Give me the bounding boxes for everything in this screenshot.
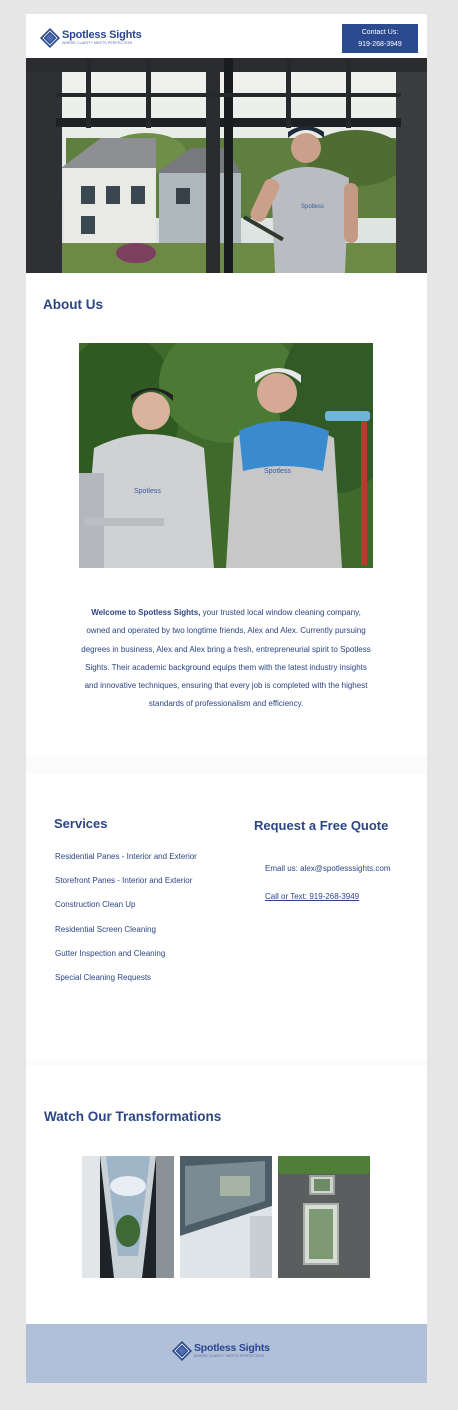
logo[interactable]: Spotless Sights WHERE CLARITY MEETS PERF… <box>40 28 142 48</box>
service-item: Residential Panes - Interior and Exterio… <box>55 852 197 861</box>
quote-heading: Request a Free Quote <box>254 818 389 833</box>
section-divider <box>26 756 427 774</box>
diamond-logo-icon <box>40 28 60 48</box>
contact-phone: 919-268-3949 <box>358 41 402 48</box>
services-heading: Services <box>54 816 108 831</box>
diamond-logo-icon <box>172 1341 192 1361</box>
about-intro: Welcome to Spotless Sights, <box>91 608 201 617</box>
quote-email-link[interactable]: Email us: alex@spotlesssights.com <box>265 864 391 873</box>
service-item: Residential Screen Cleaning <box>55 924 156 934</box>
owners-photo: Spotless Spotless <box>79 343 373 568</box>
svg-text:Spotless: Spotless <box>134 488 161 495</box>
contact-us-button[interactable]: Contact Us: 919-268-3949 <box>342 24 418 53</box>
site-footer: Spotless Sights WHERE CLARITY MEETS PERF… <box>26 1324 427 1383</box>
section-divider <box>26 1060 427 1066</box>
hero-image: Spotless <box>26 58 427 273</box>
site-header: Spotless Sights WHERE CLARITY MEETS PERF… <box>26 14 427 58</box>
svg-text:Spotless: Spotless <box>301 204 324 210</box>
transformations-heading: Watch Our Transformations <box>44 1109 222 1124</box>
svg-text:Spotless: Spotless <box>264 468 291 475</box>
service-item: Special Cleaning Requests <box>55 972 152 982</box>
contact-label: Contact Us: <box>361 29 399 36</box>
service-item: Construction Clean Up <box>55 900 136 910</box>
about-paragraph: Welcome to Spotless Sights, your trusted… <box>81 604 371 714</box>
footer-logo-tagline: WHERE CLARITY MEETS PERFECTION <box>194 1353 265 1358</box>
gallery-video-skylights-3[interactable] <box>278 1156 370 1278</box>
about-body: your trusted local window cleaning compa… <box>81 608 371 709</box>
service-item: Gutter Inspection and Cleaning <box>55 948 166 958</box>
gallery-video-window-2[interactable] <box>180 1156 272 1278</box>
logo-title: Spotless Sights <box>62 29 142 42</box>
services-list: Residential Panes - Interior and Exterio… <box>55 850 197 995</box>
page: Spotless Sights WHERE CLARITY MEETS PERF… <box>26 14 427 1383</box>
quote-phone-link[interactable]: Call or Text: 919-268-3949 <box>265 892 359 901</box>
service-item: Storefront Panes - Interior and Exterior <box>55 876 193 886</box>
gallery-video-skylight-1[interactable] <box>82 1156 174 1278</box>
footer-logo[interactable]: Spotless Sights WHERE CLARITY MEETS PERF… <box>172 1341 270 1361</box>
footer-logo-title: Spotless Sights <box>194 1342 270 1355</box>
about-heading: About Us <box>43 297 103 312</box>
logo-tagline: WHERE CLARITY MEETS PERFECTION <box>62 41 133 46</box>
